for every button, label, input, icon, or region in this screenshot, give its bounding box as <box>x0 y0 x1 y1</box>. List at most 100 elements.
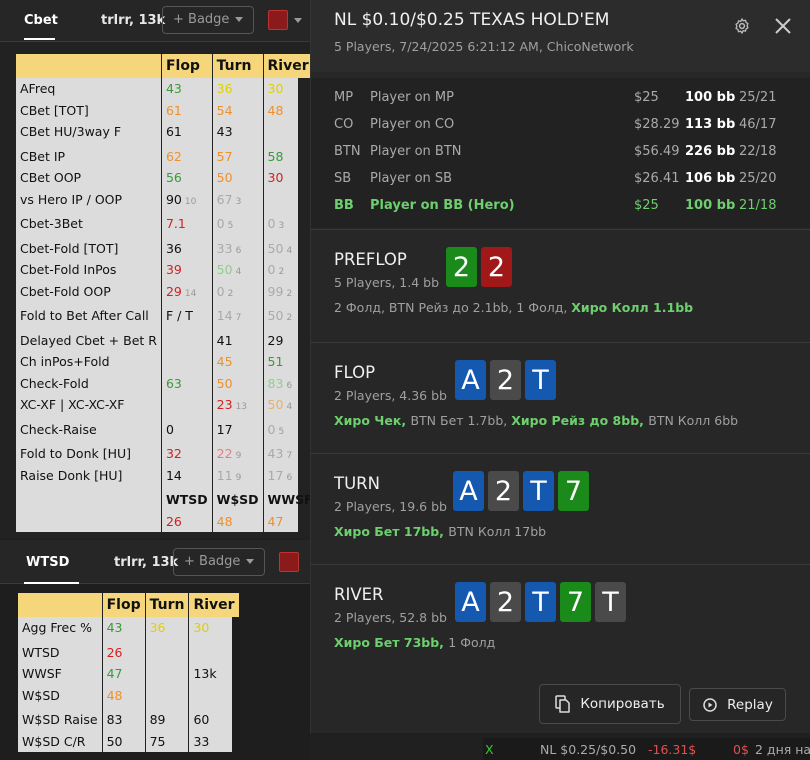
stat-value-cell[interactable] <box>160 394 213 416</box>
stat-value-cell[interactable]: 50 <box>211 167 264 189</box>
stat-value-cell[interactable]: 29 <box>262 329 317 351</box>
stat-value-cell[interactable] <box>262 188 317 210</box>
stat-value-cell[interactable]: 83 <box>101 709 146 731</box>
stat-value-cell[interactable]: 43 <box>160 78 213 100</box>
stat-value-cell[interactable]: 50 4 <box>262 237 317 259</box>
stat-value-cell[interactable]: 63 <box>160 372 213 394</box>
stat-value-cell[interactable] <box>188 641 239 663</box>
player-row[interactable]: SB Player on SB $26.41 106 bb 25/20 <box>311 169 810 189</box>
stat-value-cell[interactable]: 54 <box>211 99 264 121</box>
street-actions: Хиро Чек, BTN Бет 1.7bb, Хиро Рейз до 8b… <box>334 413 738 428</box>
stat-value-cell[interactable]: 89 <box>144 709 189 731</box>
stat-value-cell[interactable]: 67 3 <box>211 188 264 210</box>
stat-value-cell[interactable]: 61 <box>160 99 213 121</box>
stat-value-cell[interactable]: 36 <box>160 237 213 259</box>
player-row[interactable]: MP Player on MP $25 100 bb 25/21 <box>311 88 810 108</box>
stat-value-cell[interactable]: 50 4 <box>211 259 264 281</box>
stat-value-cell[interactable]: 83 6 <box>262 372 317 394</box>
stat-value-cell[interactable]: 02 <box>262 259 317 281</box>
stat-value-cell[interactable]: 61 <box>160 121 213 143</box>
stat-value-cell[interactable]: 50 2 <box>262 305 317 327</box>
stat-value-cell[interactable]: 51 <box>262 351 317 373</box>
stat-value-cell[interactable]: 48 <box>211 510 264 532</box>
stat-value-cell[interactable]: 36 <box>211 78 264 100</box>
stat-value-cell[interactable]: F / T <box>160 305 213 327</box>
stat-value-cell[interactable]: 45 <box>211 351 264 373</box>
stat-value-cell[interactable]: 29 14 <box>160 280 213 302</box>
stat-value-cell[interactable]: 14 7 <box>211 305 264 327</box>
add-badge-button[interactable]: + Badge <box>173 548 266 576</box>
stat-value-cell[interactable]: 43 <box>211 121 264 143</box>
stat-value-cell[interactable] <box>160 351 213 373</box>
stat-value-cell[interactable]: 39 <box>160 259 213 281</box>
stat-value-cell[interactable] <box>262 121 317 143</box>
stat-value-cell[interactable]: 47 <box>101 663 146 685</box>
tab-cbet[interactable]: Cbet <box>24 13 58 28</box>
stat-value-cell[interactable]: 62 <box>160 145 213 167</box>
stat-value-cell[interactable]: 47 <box>262 510 317 532</box>
session-row[interactable]: X NL $0.25/$0.50 -16.31$ 0$ 2 дня наз <box>483 738 810 760</box>
stat-value-cell[interactable]: 13k <box>188 663 239 685</box>
stat-value-cell[interactable]: WWSF <box>262 489 317 511</box>
stat-value-cell[interactable]: 48 <box>101 684 146 706</box>
session-mark: X <box>485 742 494 757</box>
stat-value-cell[interactable]: 26 <box>160 510 213 532</box>
stat-value-cell[interactable]: 50 <box>101 730 146 752</box>
stat-value-cell[interactable]: 50 <box>211 372 264 394</box>
stat-value-cell[interactable]: 75 <box>144 730 189 752</box>
stat-value-cell[interactable]: 57 <box>211 145 264 167</box>
stat-value-cell[interactable] <box>144 641 189 663</box>
stat-value-cell[interactable] <box>144 684 189 706</box>
copy-button[interactable]: Копировать <box>539 684 681 724</box>
stat-value-cell[interactable]: 41 <box>211 329 264 351</box>
replay-button[interactable]: Replay <box>689 688 786 721</box>
stat-value-cell[interactable]: 90 10 <box>160 188 213 210</box>
stat-value-cell[interactable]: 05 <box>262 418 317 440</box>
stat-value-cell[interactable]: 7.1 <box>160 213 213 235</box>
gear-icon[interactable] <box>733 17 751 35</box>
stat-value-cell[interactable]: 23 13 <box>211 394 264 416</box>
close-icon[interactable] <box>773 16 793 36</box>
stat-value-cell[interactable]: 17 <box>211 418 264 440</box>
stat-value-cell[interactable]: 33 <box>188 730 239 752</box>
stat-value-cell[interactable]: 30 <box>188 617 239 639</box>
stat-value-cell[interactable]: 22 9 <box>211 443 264 465</box>
stat-value-cell[interactable]: 56 <box>160 167 213 189</box>
stat-value-cell[interactable] <box>144 663 189 685</box>
player-row[interactable]: BB Player on BB (Hero) $25 100 bb 21/18 <box>311 196 810 216</box>
stat-value-cell[interactable]: 43 <box>101 617 146 639</box>
stat-value-cell[interactable]: 43 7 <box>262 443 317 465</box>
stat-value-cell[interactable]: 02 <box>211 280 264 302</box>
add-badge-button[interactable]: + Badge <box>162 6 255 34</box>
stat-value-cell[interactable]: 26 <box>101 641 146 663</box>
replay-label: Replay <box>727 696 773 713</box>
stat-value-cell[interactable]: WTSD <box>160 489 213 511</box>
stat-value-cell[interactable]: 48 <box>262 99 317 121</box>
chevron-down-icon[interactable] <box>294 18 302 23</box>
stat-value-cell[interactable]: 33 6 <box>211 237 264 259</box>
stat-value-cell[interactable]: 0 <box>160 418 213 440</box>
player-row[interactable]: CO Player on CO $28.29 113 bb 46/17 <box>311 115 810 135</box>
stat-value-cell[interactable]: 03 <box>262 213 317 235</box>
stat-value-cell[interactable]: 11 9 <box>211 464 264 486</box>
stat-value-cell[interactable] <box>188 684 239 706</box>
stat-value-cell[interactable]: 17 6 <box>262 464 317 486</box>
stat-value-cell[interactable]: 14 <box>160 464 213 486</box>
stat-value-cell[interactable]: W$SD <box>211 489 264 511</box>
hero-action: Хиро Бет 17bb, <box>334 524 449 539</box>
color-chip[interactable] <box>268 10 288 30</box>
stat-value-cell[interactable]: 99 2 <box>262 280 317 302</box>
stat-value-cell[interactable] <box>160 329 213 351</box>
stat-value-cell[interactable]: 60 <box>188 709 239 731</box>
stat-value-cell[interactable]: 05 <box>211 213 264 235</box>
stat-value-cell[interactable]: 32 <box>160 443 213 465</box>
stat-label: W$SD Raise <box>22 712 98 728</box>
stat-value-cell[interactable]: 30 <box>262 167 317 189</box>
color-chip[interactable] <box>279 552 299 572</box>
stat-value-cell[interactable]: 58 <box>262 145 317 167</box>
player-row[interactable]: BTN Player on BTN $56.49 226 bb 22/18 <box>311 142 810 162</box>
stat-value-cell[interactable]: 50 4 <box>262 394 317 416</box>
stat-value-cell[interactable]: 30 <box>262 78 317 100</box>
tab-wtsd[interactable]: WTSD <box>26 555 69 570</box>
stat-value-cell[interactable]: 36 <box>144 617 189 639</box>
